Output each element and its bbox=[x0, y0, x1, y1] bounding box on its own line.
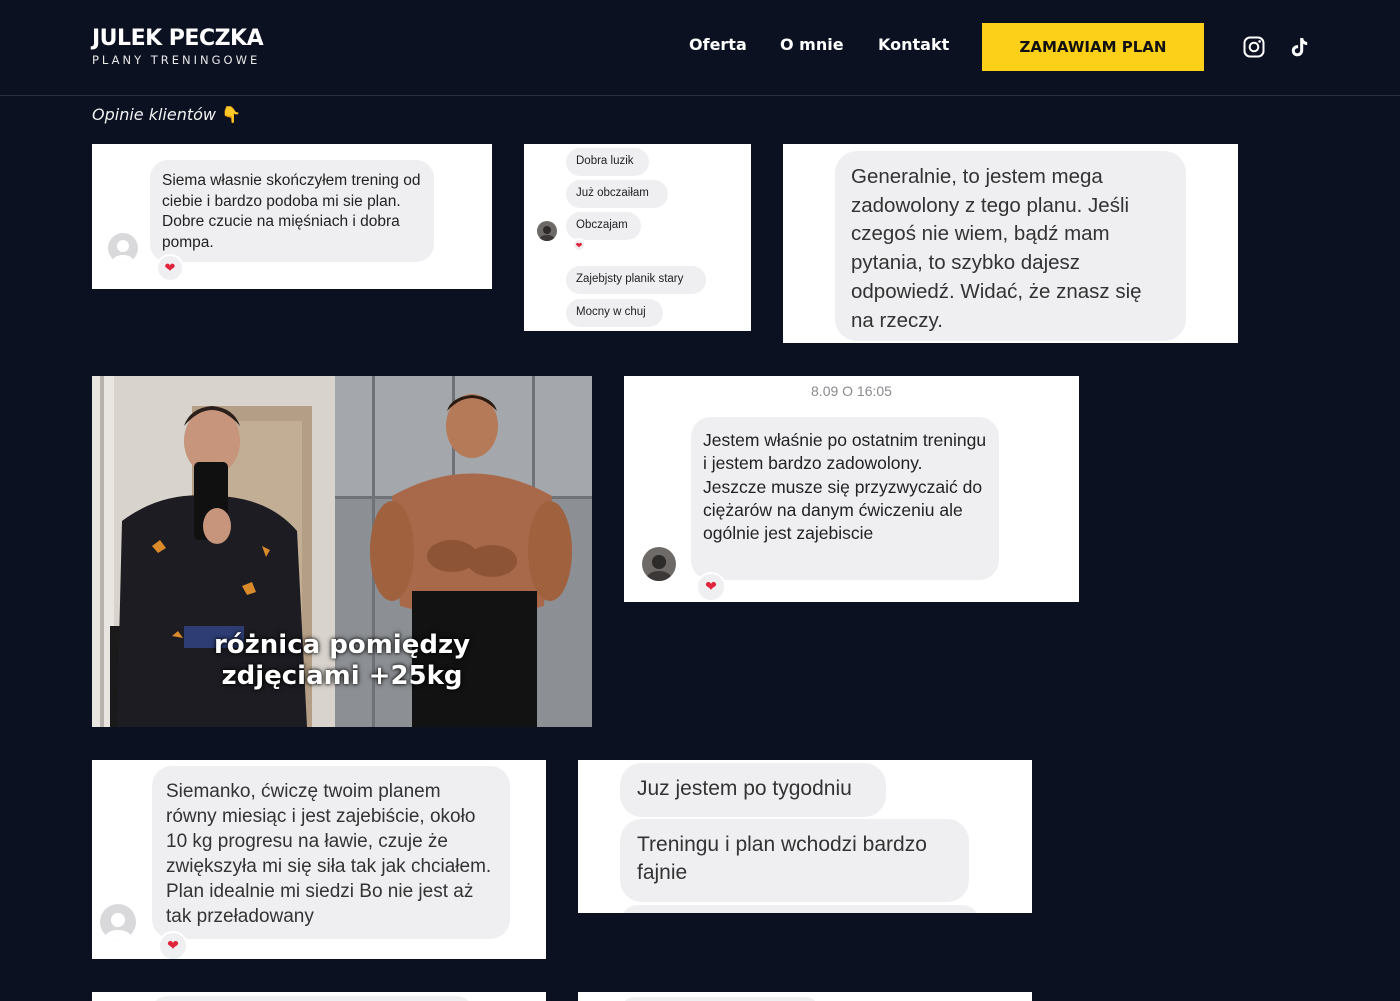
photo-caption: różnica pomiędzy zdjęciami +25kg bbox=[92, 630, 592, 692]
logo[interactable]: JULEK PECZKA PLANY TRENINGOWE bbox=[92, 26, 264, 68]
logo-subtitle: PLANY TRENINGOWE bbox=[92, 53, 261, 67]
logo-title: JULEK PECZKA bbox=[92, 26, 264, 51]
message-bubble: Siema własnie skończyłem trening od cieb… bbox=[150, 160, 434, 262]
order-plan-button[interactable]: ZAMAWIAM PLAN bbox=[982, 23, 1204, 71]
message-bubble: Generalnie, to jestem mega zadowolony z … bbox=[835, 151, 1186, 341]
message-bubble: Siemanko, ćwiczę twoim planem równy mies… bbox=[152, 766, 510, 939]
nav-o-mnie[interactable]: O mnie bbox=[780, 35, 844, 54]
review-card-1: Siema własnie skończyłem trening od cieb… bbox=[92, 144, 492, 289]
review-card-3: Generalnie, to jestem mega zadowolony z … bbox=[783, 144, 1238, 343]
message-bubble-partial bbox=[620, 905, 980, 913]
message-bubble: Zajebjsty planik stary bbox=[566, 266, 706, 294]
review-card-9 bbox=[578, 992, 1032, 1001]
avatar bbox=[108, 233, 138, 263]
heart-reaction-icon: ❤ bbox=[572, 238, 586, 252]
message-bubble: Już obczaiłam bbox=[566, 180, 668, 208]
message-bubble-partial bbox=[152, 996, 472, 1001]
review-card-7: Juz jestem po tygodniu Treningu i plan w… bbox=[578, 760, 1032, 913]
message-bubble: Juz jestem po tygodniu bbox=[620, 763, 886, 817]
pointing-down-icon: 👇 bbox=[221, 105, 242, 124]
review-card-5: 8.09 O 16:05 Jestem właśnie po ostatnim … bbox=[624, 376, 1079, 602]
heart-reaction-icon: ❤ bbox=[696, 572, 726, 602]
site-header: JULEK PECZKA PLANY TRENINGOWE Oferta O m… bbox=[0, 0, 1400, 96]
heart-reaction-icon: ❤ bbox=[158, 931, 188, 959]
avatar bbox=[537, 221, 557, 241]
review-card-2: Dobra luzik Już obczaiłam Obczajam ❤ Zaj… bbox=[524, 144, 751, 331]
review-card-6: Siemanko, ćwiczę twoim planem równy mies… bbox=[92, 760, 546, 959]
reviews-heading-text: Opinie klientów bbox=[92, 105, 216, 124]
message-bubble: Mocny w chuj bbox=[566, 299, 663, 327]
photo-caption-line1: różnica pomiędzy bbox=[213, 630, 471, 660]
reviews-heading: Opinie klientów 👇 bbox=[92, 105, 241, 124]
avatar bbox=[642, 547, 676, 581]
nav-kontakt[interactable]: Kontakt bbox=[878, 35, 949, 54]
avatar bbox=[100, 904, 136, 940]
review-card-8 bbox=[92, 992, 546, 1001]
instagram-icon[interactable] bbox=[1242, 35, 1266, 59]
message-bubble: Jestem właśnie po ostatnim treningu i je… bbox=[691, 417, 999, 580]
nav-oferta[interactable]: Oferta bbox=[689, 35, 747, 54]
heart-reaction-icon: ❤ bbox=[156, 254, 184, 282]
message-timestamp: 8.09 O 16:05 bbox=[811, 383, 892, 399]
photo-caption-line2: zdjęciami +25kg bbox=[221, 661, 463, 691]
tiktok-icon[interactable] bbox=[1287, 35, 1311, 59]
message-bubble: Treningu i plan wchodzi bardzo fajnie bbox=[620, 819, 969, 902]
message-bubble-partial bbox=[620, 997, 820, 1001]
message-bubble: Dobra luzik bbox=[566, 148, 649, 176]
message-bubble: Obczajam bbox=[566, 212, 641, 240]
